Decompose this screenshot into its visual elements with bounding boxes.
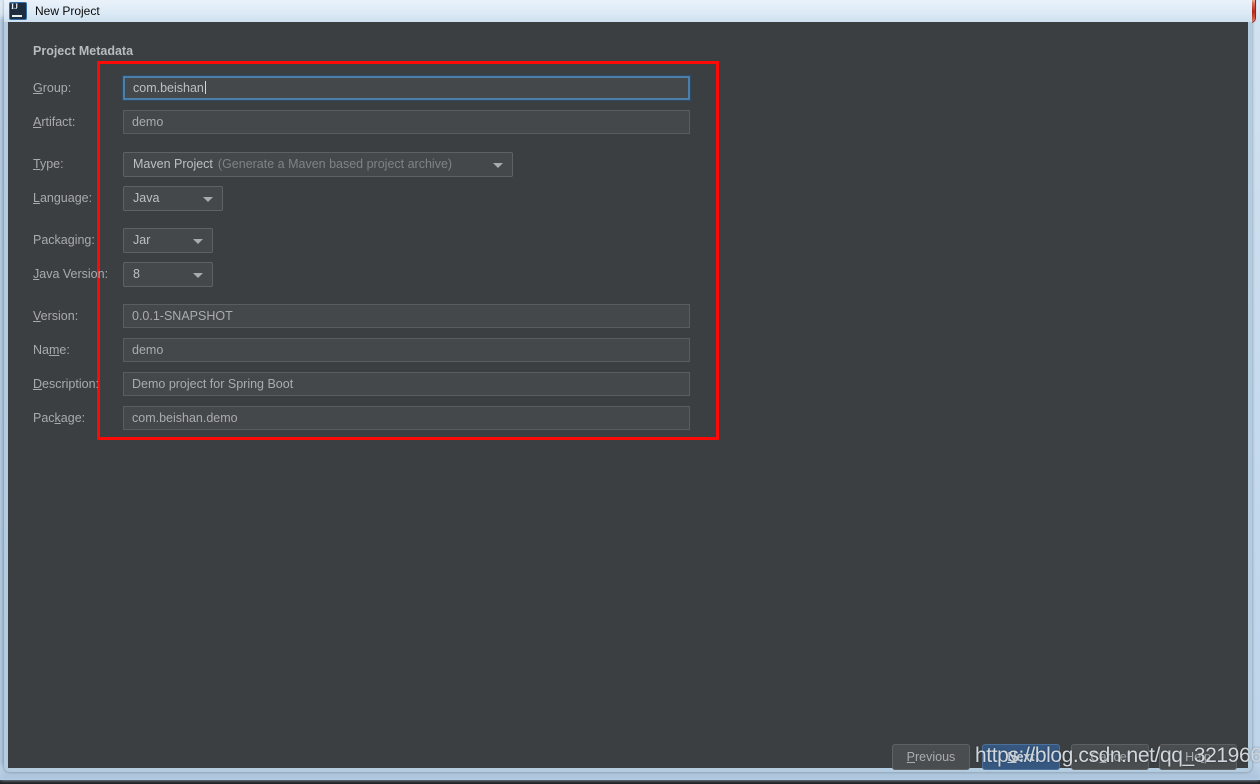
label-type: Type:	[33, 152, 64, 176]
label-group: Group:	[33, 76, 71, 100]
java-version-combobox[interactable]: 8	[123, 262, 213, 287]
label-java-version: Java Version:	[33, 262, 108, 286]
previous-button[interactable]: Previous	[892, 744, 970, 770]
help-button[interactable]: Help	[1159, 744, 1237, 770]
dialog-title: New Project	[35, 4, 100, 18]
label-name: Name:	[33, 338, 70, 362]
packaging-combobox[interactable]: Jar	[123, 228, 213, 253]
label-version: Version:	[33, 304, 78, 328]
packaging-combobox-value: Jar	[133, 229, 150, 252]
chevron-down-icon	[193, 239, 203, 244]
type-combobox-hint: (Generate a Maven based project archive)	[218, 153, 452, 176]
package-input[interactable]: com.beishan.demo	[123, 406, 690, 430]
intellij-idea-icon	[9, 2, 27, 20]
group-input-value: com.beishan	[133, 81, 204, 95]
description-input[interactable]: Demo project for Spring Boot	[123, 372, 690, 396]
dialog-titlebar[interactable]: New Project	[4, 0, 1252, 22]
java-version-combobox-value: 8	[133, 263, 140, 286]
label-language: Language:	[33, 186, 92, 210]
name-input[interactable]: demo	[123, 338, 690, 362]
next-button[interactable]: Next	[982, 744, 1060, 770]
chevron-down-icon	[203, 197, 213, 202]
text-caret	[205, 81, 206, 94]
label-description: Description:	[33, 372, 99, 396]
type-combobox-value: Maven Project	[133, 153, 213, 176]
label-artifact: Artifact:	[33, 110, 75, 134]
version-input[interactable]: 0.0.1-SNAPSHOT	[123, 304, 690, 328]
artifact-input[interactable]: demo	[123, 110, 690, 134]
chevron-down-icon	[493, 163, 503, 168]
type-combobox[interactable]: Maven Project (Generate a Maven based pr…	[123, 152, 513, 177]
group-input[interactable]: com.beishan	[123, 76, 690, 100]
language-combobox[interactable]: Java	[123, 186, 223, 211]
dialog-button-bar: Previous Next Cancel Help	[8, 744, 1248, 784]
section-title: Project Metadata	[33, 44, 133, 58]
language-combobox-value: Java	[133, 187, 159, 210]
chevron-down-icon	[193, 273, 203, 278]
label-packaging: Packaging:	[33, 228, 95, 252]
label-package: Package:	[33, 406, 85, 430]
cancel-button[interactable]: Cancel	[1071, 744, 1149, 770]
dialog-content: Project Metadata Group: com.beishan Arti…	[8, 22, 1248, 768]
